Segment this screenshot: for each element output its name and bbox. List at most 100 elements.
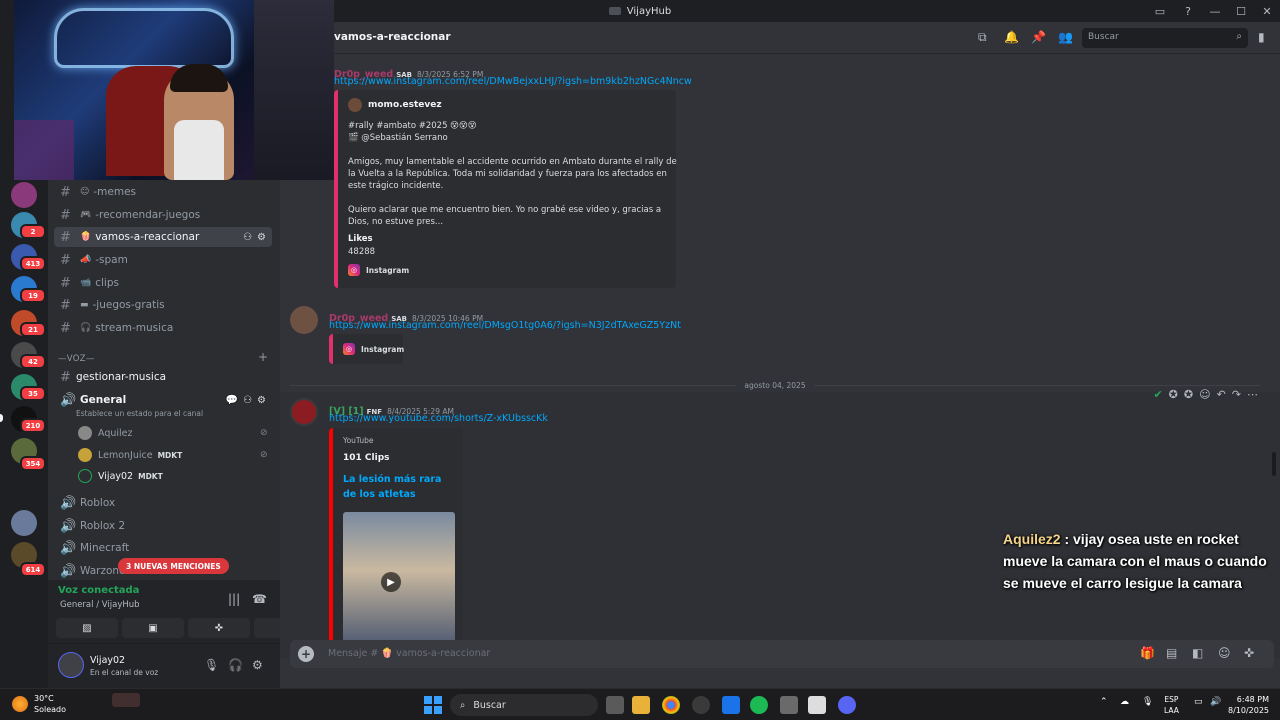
add-member-icon[interactable]: ⚇: [243, 395, 252, 406]
server-icon[interactable]: [11, 510, 37, 536]
reaction-icon[interactable]: ✪: [1169, 388, 1178, 401]
date-divider: agosto 04, 2025: [290, 379, 1261, 391]
add-member-icon[interactable]: ⚇: [243, 232, 252, 243]
channel-juegos-gratis[interactable]: # ▬ -juegos-gratis: [54, 295, 272, 315]
embed-author[interactable]: momo.estevez: [348, 98, 442, 112]
user-name[interactable]: Vijay02: [90, 655, 125, 666]
message-link[interactable]: https://www.instagram.com/reel/DMsgO1tg0…: [329, 320, 681, 331]
channel-spam[interactable]: # 📣 -spam: [54, 250, 272, 270]
message-link[interactable]: https://www.youtube.com/shorts/Z-xKUbssc…: [329, 413, 548, 424]
deafened-icon: ⊘: [260, 450, 268, 460]
capcut-icon[interactable]: [808, 696, 826, 714]
weather-widget[interactable]: 30°C Soleado: [12, 693, 66, 715]
threads-icon[interactable]: ⧉: [978, 30, 987, 45]
pin-icon[interactable]: 📌: [1031, 30, 1046, 44]
channel-recomendar-juegos[interactable]: # 🎮 -recomendar-juegos: [54, 205, 272, 225]
voice-user[interactable]: LemonJuice MDKT ⊘: [78, 446, 268, 464]
start-icon[interactable]: [424, 696, 442, 714]
embed-title[interactable]: La lesión más rara de los atletas: [343, 472, 453, 502]
avatar[interactable]: [290, 398, 318, 426]
channel-memes[interactable]: # ☺ -memes: [54, 182, 272, 202]
maximize-button[interactable]: ☐: [1228, 0, 1254, 22]
voice-channel-general[interactable]: 🔊 General 💬 ⚇ ⚙: [54, 390, 272, 410]
add-reaction-icon[interactable]: ☺: [1199, 388, 1210, 401]
help-icon[interactable]: ?: [1174, 0, 1202, 22]
voice-channel-minecraft[interactable]: 🔊 Minecraft: [54, 538, 272, 558]
chrome-icon[interactable]: [662, 696, 680, 714]
noise-suppression-icon[interactable]: |||: [228, 592, 240, 606]
forward-icon[interactable]: ↷: [1232, 388, 1241, 401]
reaction-icon[interactable]: ✪: [1184, 388, 1193, 401]
settings-gear-icon[interactable]: ⚙: [252, 658, 263, 672]
camera-button[interactable]: ▨: [56, 618, 118, 638]
voice-channel-roblox[interactable]: 🔊 Roblox: [54, 493, 272, 513]
reply-icon[interactable]: ↶: [1217, 388, 1226, 401]
microphone-icon[interactable]: 🎙: [1142, 697, 1153, 707]
channel-stream-musica[interactable]: # 🎧 stream-musica: [54, 318, 272, 338]
channel-vamos-a-reaccionar[interactable]: # 🍿 vamos-a-reaccionar ⚇ ⚙: [54, 227, 272, 247]
sticker-icon[interactable]: ◧: [1192, 646, 1203, 660]
inbox-icon[interactable]: ▮: [1258, 30, 1265, 44]
taskbar-search[interactable]: ⌕ Buscar: [450, 694, 598, 716]
spotify-icon[interactable]: [750, 696, 768, 714]
channel-clips[interactable]: # 📹 clips: [54, 273, 272, 293]
video-thumbnail[interactable]: ▶: [343, 512, 455, 658]
avatar[interactable]: [290, 306, 318, 334]
voice-category-header[interactable]: —VOZ—: [58, 354, 95, 364]
discord-icon[interactable]: [838, 696, 856, 714]
activities-button[interactable]: ✜: [188, 618, 250, 638]
chat-author: Aquilez2: [1003, 531, 1061, 547]
message-composer[interactable]: + Mensaje # 🍿 vamos-a-reaccionar 🎁 ▤ ◧ ☺…: [290, 640, 1274, 668]
disconnect-icon[interactable]: ☎: [252, 592, 267, 606]
inbox-icon[interactable]: ▭: [1146, 0, 1174, 22]
new-mentions-pill[interactable]: 3 NUEVAS MENCIONES: [118, 558, 229, 574]
settings-gear-icon[interactable]: ⚙: [257, 395, 266, 406]
channel-status-prompt[interactable]: Establece un estado para el canal: [76, 409, 203, 418]
members-icon[interactable]: 👥: [1058, 30, 1073, 44]
screen-share-button[interactable]: ▣: [122, 618, 184, 638]
store-icon[interactable]: [780, 696, 798, 714]
chevron-up-icon[interactable]: ⌃: [1100, 697, 1108, 707]
bell-icon[interactable]: 🔔: [1004, 30, 1019, 44]
search-input[interactable]: Buscar ⌕: [1082, 28, 1248, 48]
settings-gear-icon[interactable]: ⚙: [257, 232, 266, 243]
chat-scrollbar[interactable]: [1272, 452, 1276, 476]
minimize-button[interactable]: —: [1202, 0, 1228, 22]
hash-icon: #: [60, 369, 71, 385]
embed-author-name[interactable]: 101 Clips: [343, 453, 390, 463]
headphones-icon[interactable]: 🎧: [228, 658, 243, 672]
voice-connected-title[interactable]: Voz conectada: [58, 585, 139, 596]
checkmark-reaction-icon[interactable]: ✔: [1153, 388, 1162, 401]
emoji-icon[interactable]: ☺: [1218, 646, 1231, 660]
voice-channel-roblox-2[interactable]: 🔊 Roblox 2: [54, 516, 272, 536]
gif-icon[interactable]: ▤: [1166, 646, 1177, 660]
avatar: [348, 98, 362, 112]
app-icon[interactable]: [722, 696, 740, 714]
channel-gestionar-musica[interactable]: # gestionar-musica: [54, 367, 272, 387]
file-explorer-icon[interactable]: [632, 696, 650, 714]
voice-user-name: LemonJuice: [98, 449, 153, 461]
close-button[interactable]: ✕: [1254, 0, 1280, 22]
attach-plus-icon[interactable]: +: [298, 646, 314, 662]
network-icon[interactable]: ☁: [1120, 697, 1129, 707]
voice-user[interactable]: Aquilez ⊘: [78, 424, 268, 442]
play-icon[interactable]: ▶: [381, 572, 401, 592]
chat-icon[interactable]: 💬: [226, 395, 238, 406]
server-icon[interactable]: [11, 182, 37, 208]
more-options-icon[interactable]: ⋯: [1247, 388, 1258, 401]
clock[interactable]: 6:48 PM 8/10/2025: [1228, 694, 1269, 716]
display-icon[interactable]: ▭: [1194, 697, 1203, 707]
language-indicator[interactable]: ESP LAA: [1164, 694, 1179, 716]
apps-icon[interactable]: ✜: [1244, 646, 1254, 660]
obs-icon[interactable]: [692, 696, 710, 714]
task-view-icon[interactable]: [606, 696, 624, 714]
avatar[interactable]: [58, 652, 84, 678]
voice-user[interactable]: Vijay02 MDKT: [78, 467, 163, 485]
add-channel-icon[interactable]: +: [258, 350, 268, 364]
gift-icon[interactable]: 🎁: [1140, 646, 1155, 660]
embed-description: Amigos, muy lamentable el accidente ocur…: [348, 157, 677, 191]
microphone-icon[interactable]: 🎙: [204, 658, 219, 672]
volume-icon[interactable]: 🔊: [1210, 697, 1221, 707]
message-link[interactable]: https://www.instagram.com/reel/DMwBejxxL…: [334, 76, 692, 87]
voice-connected-subtitle[interactable]: General / VijayHub: [60, 600, 140, 610]
